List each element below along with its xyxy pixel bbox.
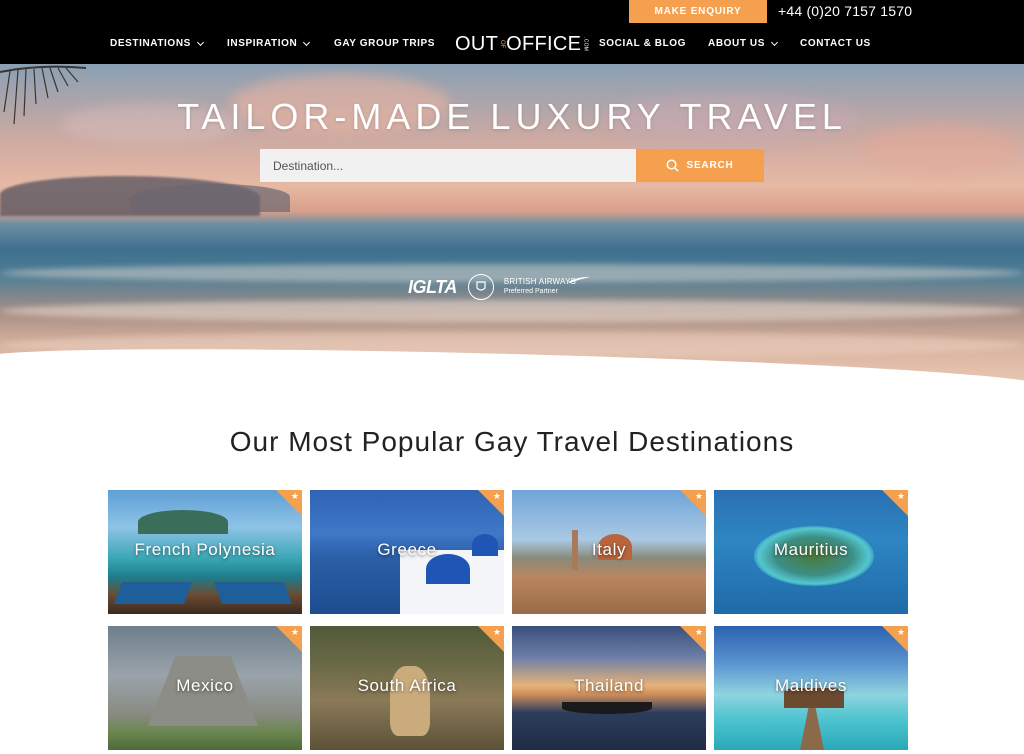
star-icon: ★	[290, 627, 299, 637]
star-icon: ★	[492, 491, 501, 501]
logo-out: OUT	[455, 32, 499, 55]
hero-title: TAILOR-MADE LUXURY TRAVEL	[177, 96, 847, 137]
section-title: Our Most Popular Gay Travel Destinations	[229, 426, 795, 457]
partner-logos: IGLTA BRITISH AIRWAYS Preferred Partner	[408, 272, 591, 302]
nav-label: SOCIAL & BLOG	[599, 38, 687, 49]
nav-label: GAY GROUP TRIPS	[334, 38, 436, 49]
destination-tile-french-polynesia[interactable]: French Polynesia ★	[108, 490, 302, 614]
destination-tile-italy[interactable]: Italy ★	[512, 490, 706, 614]
tile-image-island	[138, 510, 228, 534]
nav-label: ABOUT US	[708, 38, 766, 49]
logo-com: .COM	[582, 36, 589, 52]
tile-label: Italy	[591, 540, 627, 559]
star-icon: ★	[694, 627, 703, 637]
star-icon: ★	[896, 491, 905, 501]
make-enquiry-button[interactable]: MAKE ENQUIRY	[629, 0, 767, 23]
tile-label: Mexico	[176, 676, 234, 695]
nav-social-blog[interactable]: SOCIAL & BLOG	[599, 23, 686, 64]
nav-label: INSPIRATION	[227, 38, 298, 49]
star-icon: ★	[896, 627, 905, 637]
tile-image-longtail-boat	[562, 702, 652, 714]
ba-sub: Preferred Partner	[503, 288, 558, 295]
logo-office: OFFICE	[506, 32, 582, 55]
search-button[interactable]: SEARCH	[636, 149, 764, 182]
phone-number[interactable]: +44 (0)20 7157 1570	[778, 0, 912, 23]
nav-label: CONTACT US	[800, 38, 871, 49]
hero-mountains	[130, 184, 290, 212]
hero-foam	[0, 300, 1024, 322]
destination-search-input[interactable]	[260, 149, 636, 182]
tile-label: Thailand	[573, 676, 644, 695]
main-nav: DESTINATIONS INSPIRATION GAY GROUP TRIPS…	[0, 23, 1024, 64]
destination-tile-mexico[interactable]: Mexico ★	[108, 626, 302, 750]
chevron-down-icon	[770, 38, 779, 46]
star-icon: ★	[290, 491, 299, 501]
tile-label: Maldives	[775, 676, 847, 695]
logo-of: OF	[499, 39, 506, 49]
tile-image-lounger	[113, 582, 193, 604]
destination-tile-mauritius[interactable]: Mauritius ★	[714, 490, 908, 614]
star-icon: ★	[492, 627, 501, 637]
nav-label: DESTINATIONS	[110, 38, 191, 49]
tile-label: Greece	[377, 540, 437, 559]
search-button-label: SEARCH	[686, 160, 734, 171]
nav-gay-group-trips[interactable]: GAY GROUP TRIPS	[334, 23, 435, 64]
top-bar: MAKE ENQUIRY +44 (0)20 7157 1570	[0, 0, 1024, 23]
lgbt-badge-icon	[467, 274, 494, 300]
destination-tile-south-africa[interactable]: South Africa ★	[310, 626, 504, 750]
nav-destinations[interactable]: DESTINATIONS	[110, 23, 204, 64]
tile-label: South Africa	[357, 676, 457, 695]
search-icon	[667, 159, 680, 172]
tile-label: French Polynesia	[134, 540, 276, 559]
ba-name: BRITISH AIRWAYS	[503, 277, 577, 286]
chevron-down-icon	[303, 38, 311, 46]
destination-tile-thailand[interactable]: Thailand ★	[512, 626, 706, 750]
british-airways-logo: BRITISH AIRWAYS Preferred Partner	[504, 277, 576, 297]
nav-about-us[interactable]: ABOUT US	[708, 23, 779, 64]
destination-tile-maldives[interactable]: Maldives ★	[714, 626, 908, 750]
ba-swoosh-icon	[568, 276, 591, 283]
tile-label: Mauritius	[773, 540, 849, 559]
site-logo[interactable]: OUT OF OFFICE .COM	[455, 31, 588, 57]
chevron-down-icon	[196, 38, 204, 46]
destination-tile-greece[interactable]: Greece ★	[310, 490, 504, 614]
iglta-logo: IGLTA	[408, 276, 457, 297]
nav-inspiration[interactable]: INSPIRATION	[227, 23, 311, 64]
star-icon: ★	[694, 491, 703, 501]
tile-image-lounger	[213, 582, 293, 604]
nav-contact-us[interactable]: CONTACT US	[800, 23, 871, 64]
shield-icon	[476, 281, 486, 291]
